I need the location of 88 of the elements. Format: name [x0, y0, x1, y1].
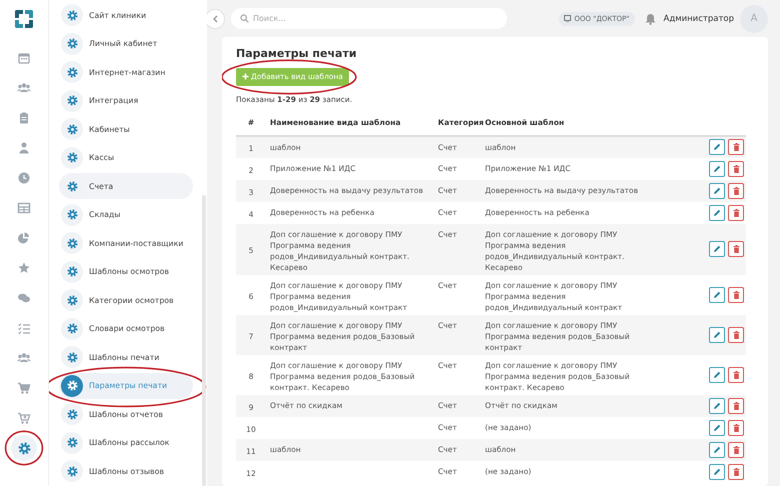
pencil-icon — [713, 290, 721, 298]
trash-icon — [732, 468, 740, 476]
logo-icon[interactable] — [12, 7, 36, 31]
delete-button[interactable] — [728, 204, 744, 220]
edit-button[interactable] — [709, 182, 725, 198]
trash-icon — [732, 290, 740, 298]
gear-icon — [66, 466, 78, 477]
edit-button[interactable] — [709, 204, 725, 220]
gear-icon — [66, 323, 78, 334]
people-icon — [17, 351, 31, 365]
edit-button[interactable] — [709, 442, 725, 458]
delete-button[interactable] — [728, 420, 744, 436]
trash-icon — [732, 186, 740, 194]
trash-icon — [732, 330, 740, 338]
pencil-icon — [713, 370, 721, 378]
trash-icon — [732, 164, 740, 172]
people-icon — [17, 81, 31, 95]
trash-icon — [732, 446, 740, 454]
trash-icon — [732, 424, 740, 432]
gear-icon — [66, 66, 78, 78]
gear-icon — [66, 38, 78, 50]
delete-button[interactable] — [728, 286, 744, 302]
cart-icon — [17, 381, 31, 395]
delete-button[interactable] — [728, 160, 744, 176]
edit-button[interactable] — [709, 139, 725, 155]
person-icon — [17, 141, 31, 155]
chevron-left-icon — [212, 14, 218, 22]
pencil-icon — [713, 208, 721, 216]
edit-button[interactable] — [709, 286, 725, 302]
gear-icon — [66, 294, 78, 306]
edit-button[interactable] — [709, 160, 725, 176]
rail-nav-button[interactable] — [11, 435, 37, 461]
gear-icon — [66, 380, 78, 392]
delete-button[interactable] — [728, 241, 744, 257]
calendar-icon — [17, 51, 31, 65]
bell-icon[interactable] — [644, 12, 656, 24]
pencil-icon — [713, 245, 721, 253]
pencil-icon — [713, 468, 721, 476]
plus-icon — [242, 73, 249, 80]
delete-button[interactable] — [728, 464, 744, 480]
delete-button[interactable] — [728, 366, 744, 382]
gear-icon — [66, 124, 78, 135]
edit-button[interactable] — [709, 326, 725, 342]
star-icon — [17, 261, 31, 275]
pencil-icon — [713, 330, 721, 338]
trash-icon — [732, 402, 740, 410]
table-icon — [17, 201, 31, 215]
delete-button[interactable] — [728, 442, 744, 458]
page-title: Параметры печати — [236, 47, 358, 60]
gear-icon — [66, 437, 78, 448]
pencil-icon — [713, 402, 721, 410]
pencil-icon — [713, 446, 721, 454]
pencil-icon — [713, 424, 721, 432]
edit-button[interactable] — [709, 464, 725, 480]
gear-icon — [66, 238, 78, 249]
pie-chart-icon — [17, 231, 31, 245]
pencil-icon — [713, 164, 721, 172]
chat-icon — [17, 291, 31, 305]
gear-icon — [66, 180, 78, 192]
pencil-icon — [713, 143, 721, 151]
trash-icon — [732, 370, 740, 378]
delete-button[interactable] — [728, 182, 744, 198]
gear-icon — [66, 209, 78, 220]
collapse-button[interactable] — [205, 8, 225, 28]
gear-icon — [66, 266, 78, 278]
clock-icon — [17, 171, 31, 185]
edit-button[interactable] — [709, 420, 725, 436]
gear-icon — [18, 442, 30, 454]
cart-plus-icon — [17, 411, 31, 425]
edit-button[interactable] — [709, 241, 725, 257]
gear-icon — [66, 10, 78, 21]
delete-button[interactable] — [728, 139, 744, 155]
trash-icon — [732, 143, 740, 151]
gear-icon — [66, 352, 78, 363]
trash-icon — [732, 208, 740, 216]
gear-icon — [66, 152, 78, 164]
gear-icon — [66, 408, 78, 420]
search-field[interactable]: Поиск... — [231, 8, 507, 29]
pencil-icon — [713, 186, 721, 194]
edit-button[interactable] — [709, 366, 725, 382]
trash-icon — [732, 245, 740, 253]
edit-button[interactable] — [709, 398, 725, 414]
user-name[interactable]: Администратор — [664, 14, 734, 24]
delete-button[interactable] — [728, 398, 744, 414]
checklist-icon — [17, 321, 31, 335]
delete-button[interactable] — [728, 326, 744, 342]
gear-icon — [66, 95, 78, 106]
clipboard-icon — [17, 111, 31, 125]
